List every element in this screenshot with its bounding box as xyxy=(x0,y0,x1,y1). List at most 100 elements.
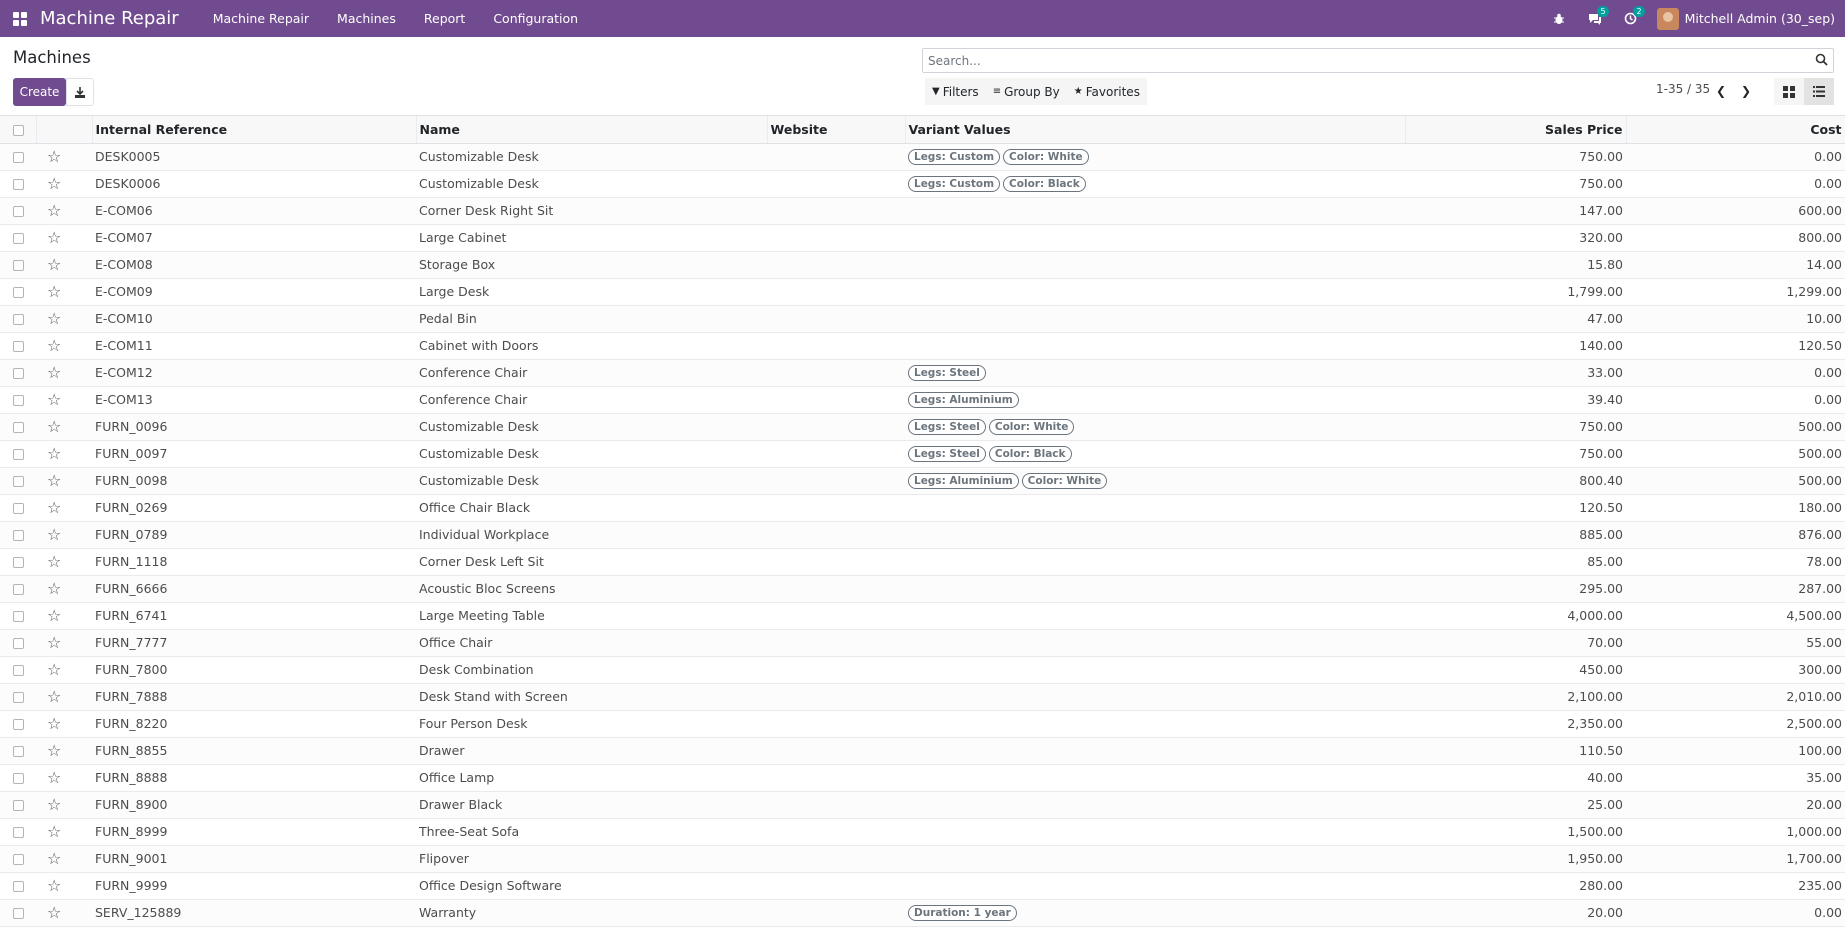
row-select-cell[interactable] xyxy=(0,278,36,306)
favorite-star-icon[interactable]: ☆ xyxy=(47,283,61,300)
app-brand[interactable]: Machine Repair xyxy=(40,8,179,29)
groupby-button[interactable]: ≡ Group By xyxy=(986,85,1067,99)
menu-configuration[interactable]: Configuration xyxy=(479,11,592,26)
activities-clock-icon[interactable]: 2 xyxy=(1613,0,1649,37)
row-select-cell[interactable] xyxy=(0,332,36,360)
favorite-star-icon[interactable]: ☆ xyxy=(47,742,61,759)
favorite-cell[interactable]: ☆ xyxy=(36,548,92,576)
row-select-cell[interactable] xyxy=(0,656,36,684)
row-checkbox[interactable] xyxy=(13,611,24,622)
table-row[interactable]: ☆ FURN_8855 Drawer 110.50 100.00 xyxy=(0,737,1845,765)
favorite-cell[interactable]: ☆ xyxy=(36,224,92,252)
table-row[interactable]: ☆ E-COM10 Pedal Bin 47.00 10.00 xyxy=(0,305,1845,333)
user-menu[interactable]: Mitchell Admin (30_sep) xyxy=(1649,7,1845,30)
favorite-star-icon[interactable]: ☆ xyxy=(47,877,61,894)
row-checkbox[interactable] xyxy=(13,854,24,865)
favorite-cell[interactable]: ☆ xyxy=(36,683,92,711)
row-checkbox[interactable] xyxy=(13,233,24,244)
export-download-button[interactable] xyxy=(66,78,94,106)
table-row[interactable]: ☆ FURN_9001 Flipover 1,950.00 1,700.00 xyxy=(0,845,1845,873)
pager-value[interactable]: 1-35 / 35 xyxy=(1656,82,1710,96)
favorite-cell[interactable]: ☆ xyxy=(36,170,92,198)
menu-machine-repair[interactable]: Machine Repair xyxy=(199,11,323,26)
favorite-cell[interactable]: ☆ xyxy=(36,791,92,819)
row-checkbox[interactable] xyxy=(13,584,24,595)
favorite-cell[interactable]: ☆ xyxy=(36,251,92,279)
table-row[interactable]: ☆ E-COM12 Conference Chair Legs: Steel 3… xyxy=(0,359,1845,387)
menu-machines[interactable]: Machines xyxy=(323,11,410,26)
row-select-cell[interactable] xyxy=(0,197,36,225)
row-checkbox[interactable] xyxy=(13,881,24,892)
row-select-cell[interactable] xyxy=(0,683,36,711)
row-select-cell[interactable] xyxy=(0,143,36,171)
table-row[interactable]: ☆ FURN_7777 Office Chair 70.00 55.00 xyxy=(0,629,1845,657)
favorite-star-icon[interactable]: ☆ xyxy=(47,391,61,408)
table-row[interactable]: ☆ E-COM07 Large Cabinet 320.00 800.00 xyxy=(0,224,1845,252)
row-checkbox[interactable] xyxy=(13,665,24,676)
messages-icon[interactable]: 5 xyxy=(1577,0,1613,37)
row-select-cell[interactable] xyxy=(0,359,36,387)
favorite-star-icon[interactable]: ☆ xyxy=(47,202,61,219)
filters-button[interactable]: ▼ Filters xyxy=(925,85,986,99)
row-checkbox[interactable] xyxy=(13,287,24,298)
row-select-cell[interactable] xyxy=(0,467,36,495)
favorite-cell[interactable]: ☆ xyxy=(36,710,92,738)
favorite-star-icon[interactable]: ☆ xyxy=(47,418,61,435)
menu-report[interactable]: Report xyxy=(410,11,479,26)
favorite-cell[interactable]: ☆ xyxy=(36,197,92,225)
favorite-star-icon[interactable]: ☆ xyxy=(47,310,61,327)
column-variant-values[interactable]: Variant Values xyxy=(905,116,1406,144)
favorite-cell[interactable]: ☆ xyxy=(36,656,92,684)
favorite-cell[interactable]: ☆ xyxy=(36,467,92,495)
row-checkbox[interactable] xyxy=(13,179,24,190)
row-select-cell[interactable] xyxy=(0,791,36,819)
row-select-cell[interactable] xyxy=(0,764,36,792)
row-select-cell[interactable] xyxy=(0,899,36,927)
favorite-cell[interactable]: ☆ xyxy=(36,602,92,630)
list-view-button[interactable] xyxy=(1804,78,1834,105)
table-row[interactable]: ☆ DESK0006 Customizable Desk Legs: Custo… xyxy=(0,170,1845,198)
row-checkbox[interactable] xyxy=(13,800,24,811)
column-name[interactable]: Name xyxy=(416,116,768,144)
row-select-cell[interactable] xyxy=(0,737,36,765)
row-select-cell[interactable] xyxy=(0,521,36,549)
row-select-cell[interactable] xyxy=(0,494,36,522)
row-checkbox[interactable] xyxy=(13,692,24,703)
row-checkbox[interactable] xyxy=(13,530,24,541)
table-row[interactable]: ☆ FURN_1118 Corner Desk Left Sit 85.00 7… xyxy=(0,548,1845,576)
row-checkbox[interactable] xyxy=(13,746,24,757)
column-sales-price[interactable]: Sales Price xyxy=(1405,116,1627,144)
favorite-star-icon[interactable]: ☆ xyxy=(47,769,61,786)
debug-bug-icon[interactable] xyxy=(1541,0,1577,37)
row-select-cell[interactable] xyxy=(0,224,36,252)
favorite-cell[interactable]: ☆ xyxy=(36,872,92,900)
favorite-star-icon[interactable]: ☆ xyxy=(47,229,61,246)
row-checkbox[interactable] xyxy=(13,314,24,325)
favorite-star-icon[interactable]: ☆ xyxy=(47,715,61,732)
row-checkbox[interactable] xyxy=(13,773,24,784)
favorite-cell[interactable]: ☆ xyxy=(36,818,92,846)
table-row[interactable]: ☆ E-COM08 Storage Box 15.80 14.00 xyxy=(0,251,1845,279)
row-checkbox[interactable] xyxy=(13,449,24,460)
favorite-cell[interactable]: ☆ xyxy=(36,764,92,792)
row-checkbox[interactable] xyxy=(13,908,24,919)
row-select-cell[interactable] xyxy=(0,602,36,630)
search-input[interactable] xyxy=(923,49,1803,72)
row-select-cell[interactable] xyxy=(0,710,36,738)
row-checkbox[interactable] xyxy=(13,503,24,514)
table-row[interactable]: ☆ FURN_0097 Customizable Desk Legs: Stee… xyxy=(0,440,1845,468)
favorite-cell[interactable]: ☆ xyxy=(36,629,92,657)
row-checkbox[interactable] xyxy=(13,260,24,271)
favorite-star-icon[interactable]: ☆ xyxy=(47,553,61,570)
favorite-cell[interactable]: ☆ xyxy=(36,494,92,522)
favorite-star-icon[interactable]: ☆ xyxy=(47,661,61,678)
table-row[interactable]: ☆ FURN_0269 Office Chair Black 120.50 18… xyxy=(0,494,1845,522)
favorite-star-icon[interactable]: ☆ xyxy=(47,796,61,813)
favorite-star-icon[interactable]: ☆ xyxy=(47,472,61,489)
table-row[interactable]: ☆ E-COM13 Conference Chair Legs: Alumini… xyxy=(0,386,1845,414)
row-select-cell[interactable] xyxy=(0,413,36,441)
favorite-star-icon[interactable]: ☆ xyxy=(47,337,61,354)
table-row[interactable]: ☆ FURN_8888 Office Lamp 40.00 35.00 xyxy=(0,764,1845,792)
table-row[interactable]: ☆ E-COM06 Corner Desk Right Sit 147.00 6… xyxy=(0,197,1845,225)
table-row[interactable]: ☆ FURN_8900 Drawer Black 25.00 20.00 xyxy=(0,791,1845,819)
